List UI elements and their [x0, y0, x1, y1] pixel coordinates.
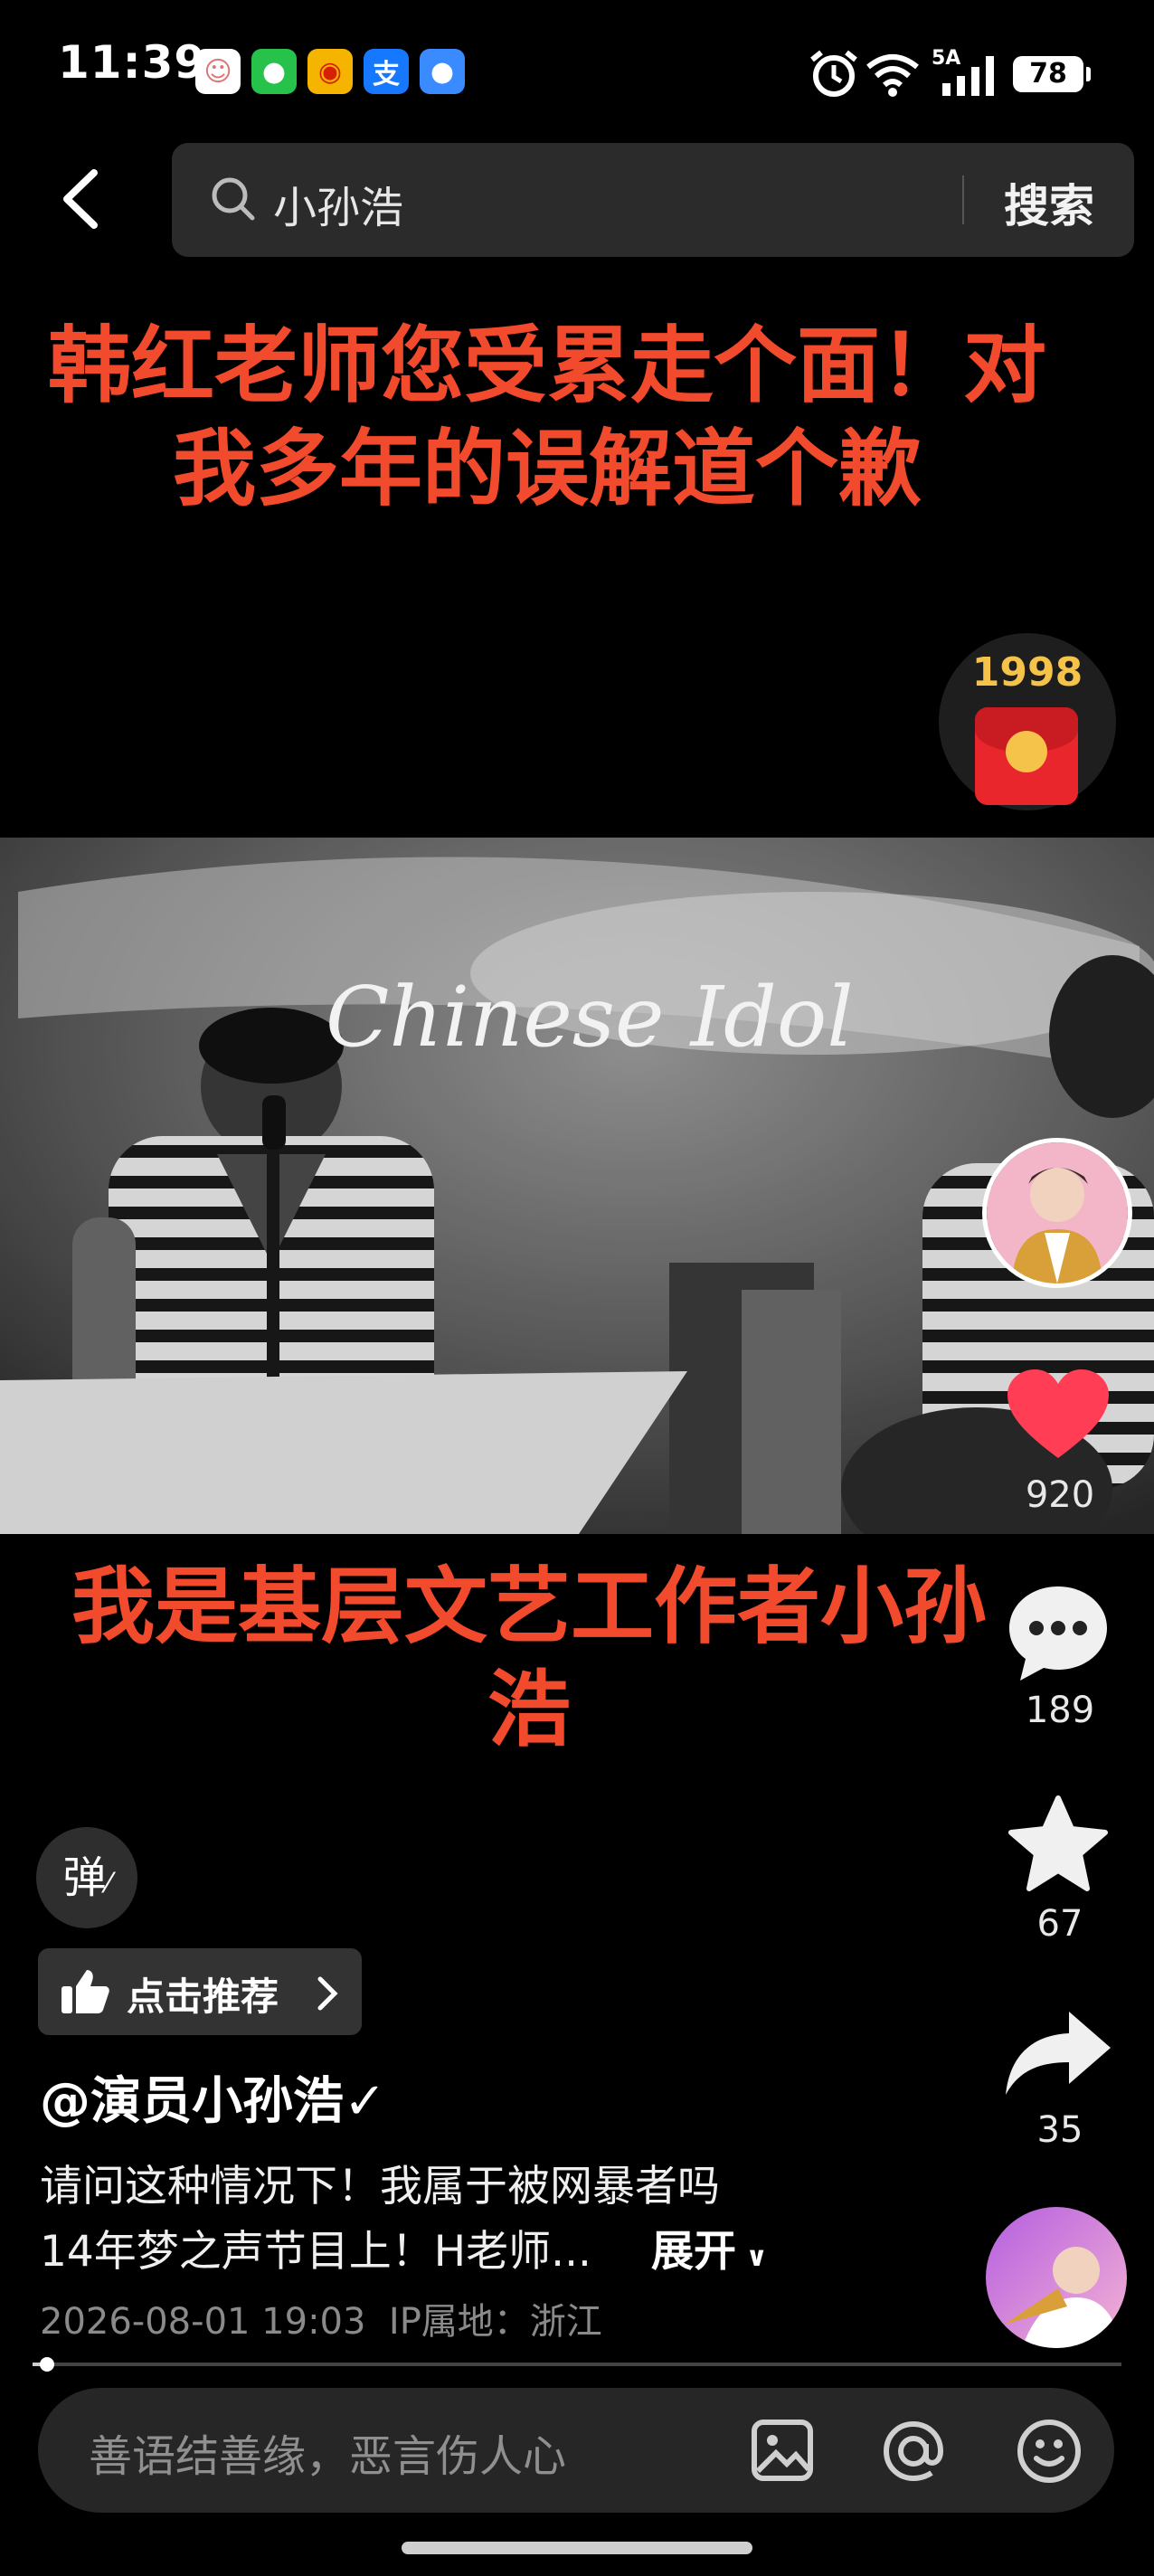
recommend-label: 点击推荐	[127, 1975, 279, 2019]
author-avatar[interactable]	[982, 1138, 1132, 1288]
gift-year: 1998	[971, 649, 1083, 696]
back-button[interactable]	[54, 167, 109, 231]
favorite-star-icon[interactable]	[1006, 1795, 1111, 1896]
music-disc[interactable]	[986, 2207, 1127, 2348]
video-subtitle-overlay: 我是基层文艺工作者小孙浩	[71, 1558, 987, 1758]
signal-icon	[942, 56, 994, 96]
music-disc-cover	[986, 2207, 1127, 2348]
expand-button[interactable]: 展开 ∨	[651, 2216, 768, 2278]
emoji-icon[interactable]	[1015, 2417, 1083, 2486]
description-line-2: 14年梦之声节目上！H老师...	[40, 2227, 591, 2277]
home-indicator	[402, 2542, 752, 2554]
danmu-label: 弹	[62, 1852, 107, 1903]
description-line-1: 请问这种情况下！我属于被网暴者吗	[40, 2162, 720, 2211]
avatar-app-icon: ☺	[195, 49, 241, 94]
image-icon[interactable]	[751, 2419, 814, 2482]
progress-handle[interactable]	[40, 2357, 55, 2372]
progress-track[interactable]	[33, 2363, 1121, 2366]
like-count: 920	[1025, 1474, 1095, 1516]
wechat-icon: ●	[251, 49, 297, 94]
like-heart-icon[interactable]	[1006, 1368, 1111, 1462]
messages-icon: ●	[420, 49, 465, 94]
ip-location: IP属地：浙江	[388, 2301, 602, 2343]
danmu-toggle-button[interactable]: 弹⁄	[36, 1827, 137, 1928]
video-frame[interactable]: Chinese Idol	[0, 838, 1154, 1534]
danmu-slash-icon: ⁄	[106, 1868, 111, 1899]
alipay-icon: 支	[364, 49, 409, 94]
author-name[interactable]: @演员小孙浩✓	[40, 2060, 386, 2134]
comment-input-placeholder[interactable]: 善语结善缘，恶言伤人心	[89, 2420, 566, 2484]
envelope-seal	[1006, 731, 1047, 772]
wifi-icon	[866, 54, 919, 97]
comment-count: 189	[1025, 1690, 1095, 1731]
favorite-count: 67	[1036, 1903, 1083, 1945]
stage-logo-text: Chinese Idol	[326, 969, 854, 1065]
comment-bubble-icon[interactable]	[1006, 1583, 1111, 1684]
status-time: 11:39	[58, 36, 207, 89]
thumbs-up-icon	[61, 1970, 109, 2013]
search-divider	[962, 175, 964, 224]
share-arrow-icon[interactable]	[1002, 2008, 1114, 2098]
chevron-right-icon	[317, 1976, 338, 2011]
chevron-down-icon: ∨	[736, 2241, 768, 2273]
search-query[interactable]: 小孙浩	[273, 172, 403, 235]
share-count: 35	[1036, 2109, 1083, 2151]
avatar-portrait	[987, 1142, 1128, 1283]
post-datetime: 2026-08-01 19:03	[40, 2301, 366, 2343]
video-title-overlay: 韩红老师您受累走个面！对我多年的误解道个歉	[47, 317, 1046, 517]
at-mention-icon[interactable]	[879, 2417, 948, 2486]
post-meta: 2026-08-01 19:03 IP属地：浙江	[40, 2292, 602, 2344]
alarm-icon	[810, 50, 857, 97]
search-button[interactable]: 搜索	[1004, 170, 1094, 235]
weibo-icon: ◉	[307, 49, 353, 94]
battery-indicator: 78	[1013, 56, 1091, 92]
search-icon	[212, 177, 255, 221]
verified-check-icon: ✓	[344, 2072, 386, 2131]
